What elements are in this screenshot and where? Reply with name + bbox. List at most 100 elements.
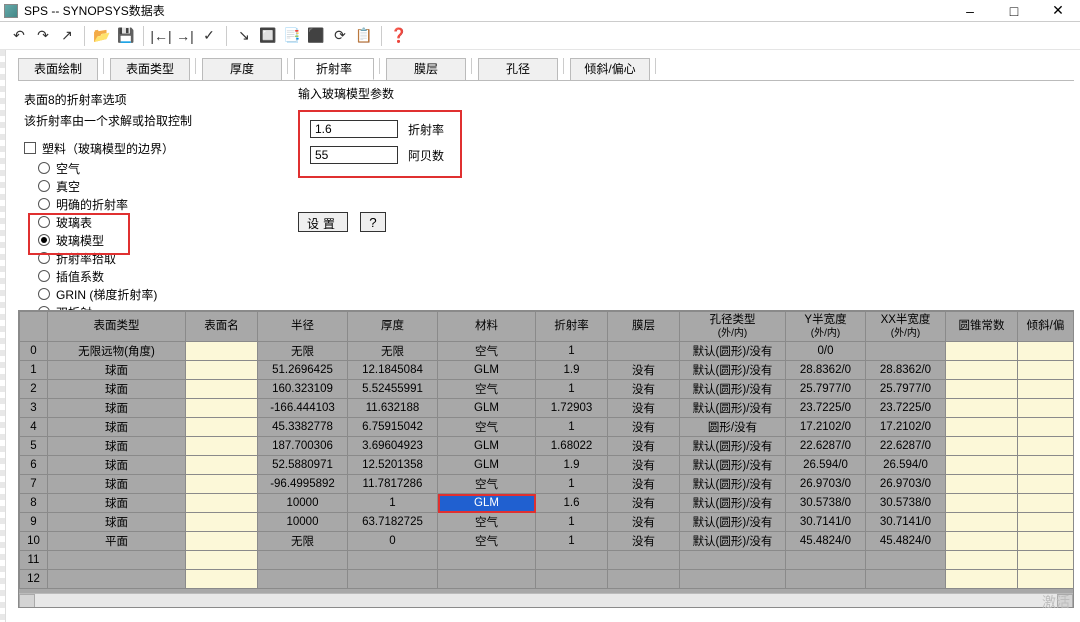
cell-6-11[interactable] (946, 456, 1018, 475)
cell-5-5[interactable]: GLM (438, 437, 536, 456)
cell-4-12[interactable] (1018, 418, 1074, 437)
radio-0[interactable]: 空气 (38, 159, 1074, 177)
cell-6-6[interactable]: 1.9 (536, 456, 608, 475)
cell-12-4[interactable] (348, 570, 438, 589)
toolbar-button-1[interactable]: ↷ (32, 25, 54, 47)
toolbar-button-11[interactable]: ⬛ (305, 25, 327, 47)
table-row[interactable]: 3球面-166.44410311.632188GLM1.72903没有默认(圆形… (20, 399, 1074, 418)
cell-11-3[interactable] (258, 551, 348, 570)
cell-9-9[interactable]: 30.7141/0 (786, 513, 866, 532)
cell-10-0[interactable]: 10 (20, 532, 48, 551)
cell-9-4[interactable]: 63.7182725 (348, 513, 438, 532)
cell-2-3[interactable]: 160.323109 (258, 380, 348, 399)
cell-4-1[interactable]: 球面 (48, 418, 186, 437)
cell-1-3[interactable]: 51.2696425 (258, 361, 348, 380)
cell-3-11[interactable] (946, 399, 1018, 418)
cell-1-0[interactable]: 1 (20, 361, 48, 380)
table-row[interactable]: 9球面1000063.7182725空气1没有默认(圆形)/没有30.7141/… (20, 513, 1074, 532)
radio-dot-3[interactable] (38, 216, 50, 228)
cell-3-4[interactable]: 11.632188 (348, 399, 438, 418)
toolbar-button-8[interactable]: ↘ (233, 25, 255, 47)
table-row[interactable]: 7球面-96.499589211.7817286空气1没有默认(圆形)/没有26… (20, 475, 1074, 494)
col-header-8[interactable]: 孔径类型(外/内) (680, 312, 786, 342)
radio-6[interactable]: 插值系数 (38, 267, 1074, 285)
cell-3-0[interactable]: 3 (20, 399, 48, 418)
cell-10-6[interactable]: 1 (536, 532, 608, 551)
cell-0-5[interactable]: 空气 (438, 342, 536, 361)
cell-11-12[interactable] (1018, 551, 1074, 570)
cell-3-6[interactable]: 1.72903 (536, 399, 608, 418)
toolbar-button-5[interactable]: |←| (150, 25, 172, 47)
toolbar-button-13[interactable]: 📋 (353, 25, 375, 47)
plastic-checkbox-row[interactable]: 塑料（玻璃模型的边界） (24, 139, 1074, 157)
cell-6-2[interactable] (186, 456, 258, 475)
table-row[interactable]: 1球面51.269642512.1845084GLM1.9没有默认(圆形)/没有… (20, 361, 1074, 380)
cell-10-4[interactable]: 0 (348, 532, 438, 551)
cell-9-7[interactable]: 没有 (608, 513, 680, 532)
cell-8-9[interactable]: 30.5738/0 (786, 494, 866, 513)
col-header-9[interactable]: Y半宽度(外/内) (786, 312, 866, 342)
cell-9-12[interactable] (1018, 513, 1074, 532)
cell-4-6[interactable]: 1 (536, 418, 608, 437)
tab-0[interactable]: 表面绘制 (18, 58, 98, 80)
cell-6-0[interactable]: 6 (20, 456, 48, 475)
cell-4-5[interactable]: 空气 (438, 418, 536, 437)
col-header-7[interactable]: 膜层 (608, 312, 680, 342)
cell-6-3[interactable]: 52.5880971 (258, 456, 348, 475)
cell-5-1[interactable]: 球面 (48, 437, 186, 456)
cell-8-3[interactable]: 10000 (258, 494, 348, 513)
cell-11-9[interactable] (786, 551, 866, 570)
cell-7-2[interactable] (186, 475, 258, 494)
cell-12-3[interactable] (258, 570, 348, 589)
cell-5-7[interactable]: 没有 (608, 437, 680, 456)
radio-2[interactable]: 明确的折射率 (38, 195, 1074, 213)
tab-1[interactable]: 表面类型 (110, 58, 190, 80)
col-header-12[interactable]: 倾斜/偏 (1018, 312, 1074, 342)
cell-4-9[interactable]: 17.2102/0 (786, 418, 866, 437)
toolbar-button-12[interactable]: ⟳ (329, 25, 351, 47)
radio-1[interactable]: 真空 (38, 177, 1074, 195)
cell-1-8[interactable]: 默认(圆形)/没有 (680, 361, 786, 380)
tab-5[interactable]: 孔径 (478, 58, 558, 80)
cell-4-3[interactable]: 45.3382778 (258, 418, 348, 437)
cell-12-8[interactable] (680, 570, 786, 589)
toolbar-button-14[interactable]: ❓ (388, 25, 410, 47)
cell-5-6[interactable]: 1.68022 (536, 437, 608, 456)
cell-11-7[interactable] (608, 551, 680, 570)
cell-9-10[interactable]: 30.7141/0 (866, 513, 946, 532)
cell-7-1[interactable]: 球面 (48, 475, 186, 494)
abbe-input[interactable] (310, 146, 398, 164)
cell-2-7[interactable]: 没有 (608, 380, 680, 399)
cell-3-1[interactable]: 球面 (48, 399, 186, 418)
help-button[interactable]: ? (360, 212, 386, 232)
cell-7-11[interactable] (946, 475, 1018, 494)
cell-10-9[interactable]: 45.4824/0 (786, 532, 866, 551)
cell-10-12[interactable] (1018, 532, 1074, 551)
cell-7-4[interactable]: 11.7817286 (348, 475, 438, 494)
table-row[interactable]: 2球面160.3231095.52455991空气1没有默认(圆形)/没有25.… (20, 380, 1074, 399)
cell-7-6[interactable]: 1 (536, 475, 608, 494)
cell-6-8[interactable]: 默认(圆形)/没有 (680, 456, 786, 475)
cell-10-11[interactable] (946, 532, 1018, 551)
col-header-11[interactable]: 圆锥常数 (946, 312, 1018, 342)
toolbar-button-7[interactable]: ✓ (198, 25, 220, 47)
cell-9-3[interactable]: 10000 (258, 513, 348, 532)
cell-12-1[interactable] (48, 570, 186, 589)
table-row[interactable]: 5球面187.7003063.69604923GLM1.68022没有默认(圆形… (20, 437, 1074, 456)
toolbar-button-4[interactable]: 💾 (115, 25, 137, 47)
cell-1-4[interactable]: 12.1845084 (348, 361, 438, 380)
table-row[interactable]: 8球面100001GLM1.6没有默认(圆形)/没有30.5738/030.57… (20, 494, 1074, 513)
cell-0-11[interactable] (946, 342, 1018, 361)
scroll-left-arrow[interactable] (19, 594, 35, 608)
cell-5-12[interactable] (1018, 437, 1074, 456)
cell-3-12[interactable] (1018, 399, 1074, 418)
radio-dot-0[interactable] (38, 162, 50, 174)
cell-11-6[interactable] (536, 551, 608, 570)
cell-7-8[interactable]: 默认(圆形)/没有 (680, 475, 786, 494)
cell-0-0[interactable]: 0 (20, 342, 48, 361)
cell-7-3[interactable]: -96.4995892 (258, 475, 348, 494)
cell-2-11[interactable] (946, 380, 1018, 399)
cell-2-6[interactable]: 1 (536, 380, 608, 399)
cell-3-8[interactable]: 默认(圆形)/没有 (680, 399, 786, 418)
col-header-4[interactable]: 厚度 (348, 312, 438, 342)
